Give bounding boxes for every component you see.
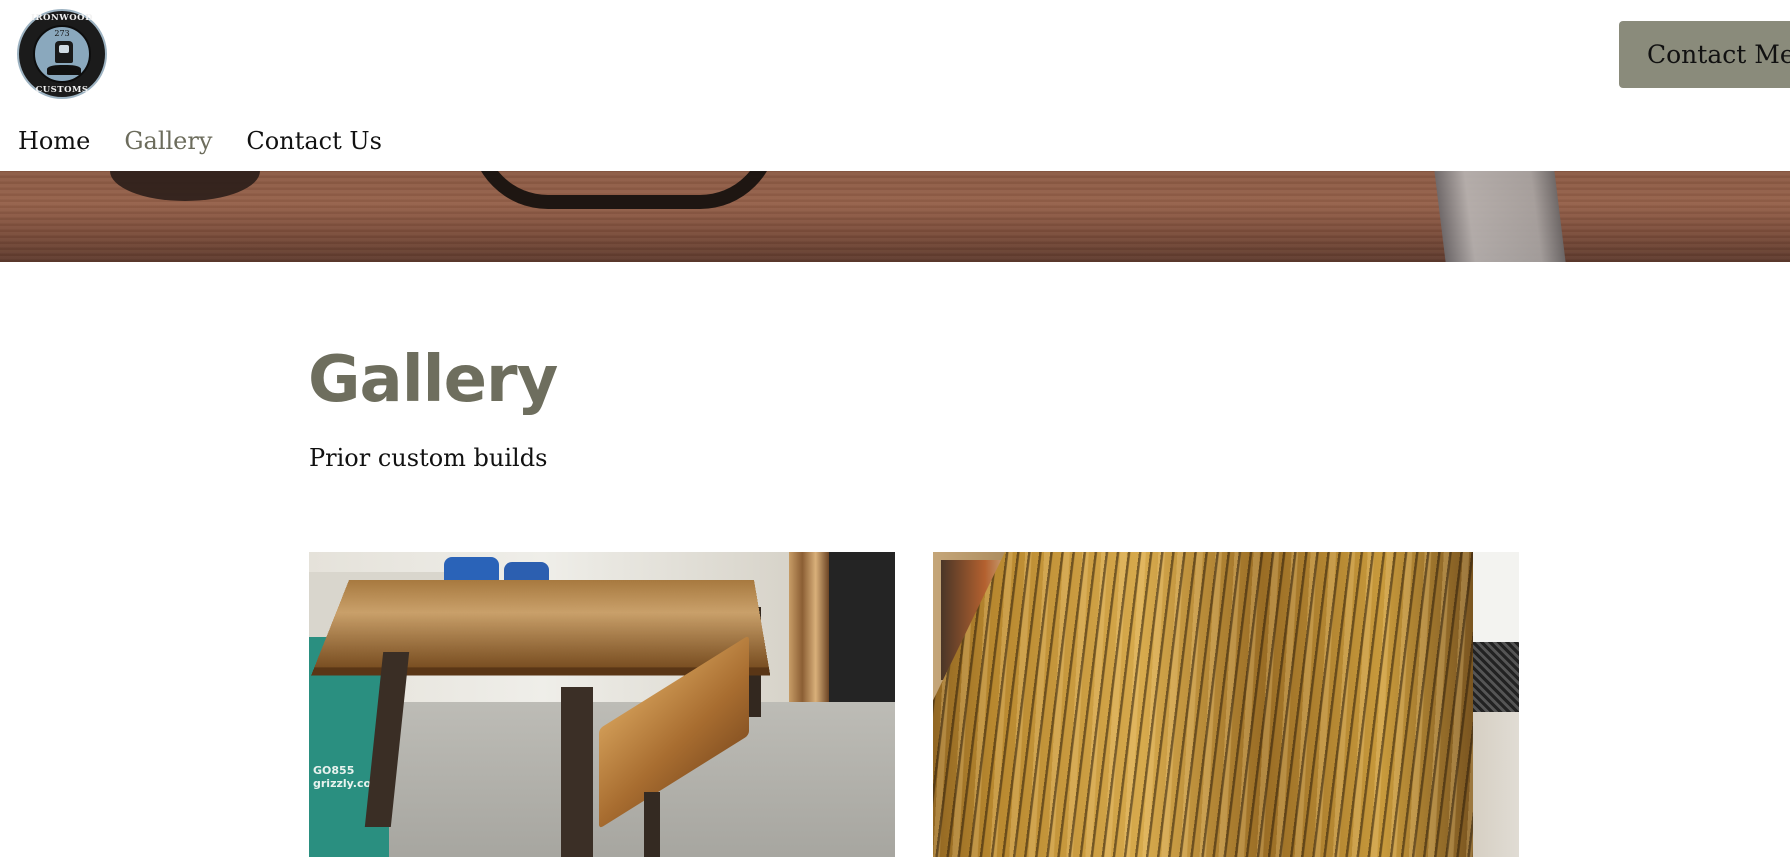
gallery-photo-butcher-block[interactable] [933,552,1519,857]
page-title: Gallery [308,343,558,417]
site-logo[interactable]: IRONWOOD 273 CUSTOMS [17,9,107,99]
page-subtitle: Prior custom builds [309,444,548,472]
hero-banner-image [0,171,1790,262]
welding-mask-icon [59,45,69,53]
photo-lumber [789,552,829,702]
logo-base-shape [47,65,81,75]
site-header: IRONWOOD 273 CUSTOMS Contact Me Home Gal… [0,0,1790,171]
logo-emblem: 273 [33,25,91,83]
bench-leg [644,792,660,857]
contact-me-button[interactable]: Contact Me [1619,21,1790,88]
photo-dark-corner [829,552,895,702]
logo-top-text: IRONWOOD [31,13,93,23]
main-nav: Home Gallery Contact Us [18,123,382,159]
photo-floor-mat [1473,642,1519,712]
butcher-block-top [933,552,1473,857]
table-leg-front-right [561,687,593,857]
logo-bottom-text: CUSTOMS [35,85,89,95]
gallery-photo-table-bench[interactable]: GO855 grizzly.com [309,552,895,857]
nav-item-home[interactable]: Home [18,123,90,159]
logo-number: 273 [54,29,70,38]
nav-item-contact-us[interactable]: Contact Us [246,123,381,159]
nav-item-gallery[interactable]: Gallery [124,123,212,159]
banner-ruler [1434,171,1566,262]
